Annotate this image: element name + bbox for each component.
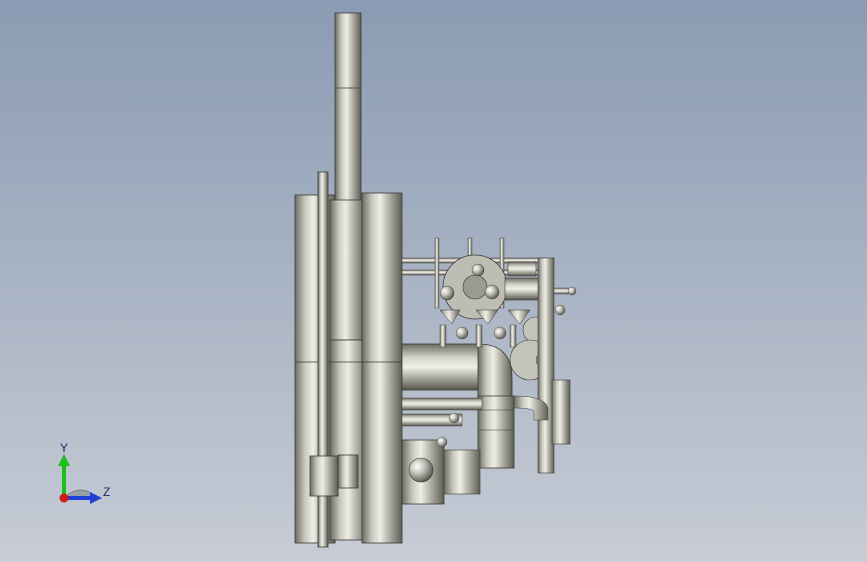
x-axis-dot	[59, 493, 69, 503]
model-view[interactable]	[0, 0, 867, 562]
z-axis-label: Z	[103, 485, 110, 499]
orientation-triad[interactable]: Y Z	[40, 430, 130, 520]
y-axis-arrow	[58, 454, 70, 466]
graphics-viewport[interactable]: Y Z	[0, 0, 867, 562]
z-axis-arrow	[90, 492, 102, 504]
y-axis-label: Y	[60, 441, 68, 455]
